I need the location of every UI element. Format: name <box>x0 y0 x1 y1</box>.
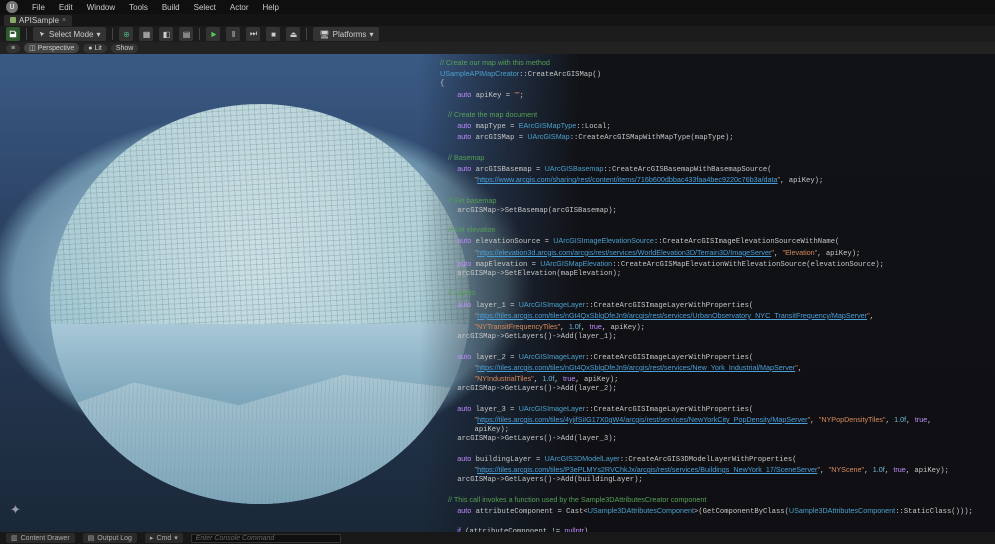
menu-bar: U File Edit Window Tools Build Select Ac… <box>0 0 995 14</box>
add-content-button[interactable]: ⊕ <box>119 27 133 41</box>
city-blocks <box>50 104 470 344</box>
menu-select[interactable]: Select <box>194 3 216 12</box>
pause-button[interactable]: ‖ <box>226 27 240 41</box>
menu-build[interactable]: Build <box>162 3 180 12</box>
perspective-label: Perspective <box>38 45 75 52</box>
code-body: // Create our map with this method USamp… <box>440 58 985 532</box>
level-icon <box>10 17 16 23</box>
menu-window[interactable]: Window <box>87 3 115 12</box>
cursor-icon <box>39 31 46 38</box>
stop-icon: ■ <box>271 30 276 39</box>
step-button[interactable]: ⏭ <box>246 27 260 41</box>
perspective-dropdown[interactable]: ◫ Perspective <box>24 43 79 53</box>
cmd-label: Cmd <box>156 535 171 542</box>
platforms-dropdown[interactable]: 🖥 Platforms ▾ <box>313 27 379 41</box>
lit-label: Lit <box>94 45 101 52</box>
terminal-icon: ▸ <box>150 534 154 542</box>
cmd-dropdown[interactable]: ▸ Cmd ▾ <box>145 533 183 543</box>
separator <box>306 28 307 40</box>
blueprint-icon: ◧ <box>163 30 171 39</box>
output-log-button[interactable]: ▤ Output Log <box>83 533 137 543</box>
pause-icon: ‖ <box>232 30 235 39</box>
tab-bar: APISample × <box>0 14 995 26</box>
map-extent <box>50 104 470 504</box>
drawer-icon: ▥ <box>11 534 18 542</box>
code-overlay: // Create our map with this method USamp… <box>420 54 995 532</box>
main-toolbar: Select Mode ▾ ⊕ ▦ ◧ ▤ ‖ ⏭ ■ ⏏ 🖥 Platform… <box>0 26 995 42</box>
save-icon <box>9 30 17 38</box>
separator <box>26 28 27 40</box>
console-input[interactable]: Enter Console Command <box>191 534 341 543</box>
separator <box>199 28 200 40</box>
chevron-down-icon: ▾ <box>369 30 373 39</box>
blueprint-button[interactable]: ◧ <box>159 27 173 41</box>
tab-label: APISample <box>19 16 59 25</box>
viewport-toolbar: ≡ ◫ Perspective ● Lit Show <box>0 42 995 54</box>
eject-icon: ⏏ <box>290 30 298 39</box>
perspective-icon: ◫ <box>29 45 36 52</box>
play-icon <box>210 31 217 38</box>
output-log-label: Output Log <box>97 535 132 542</box>
status-bar: ▥ Content Drawer ▤ Output Log ▸ Cmd ▾ En… <box>0 532 995 544</box>
menu-help[interactable]: Help <box>263 3 279 12</box>
chevron-down-icon: ▾ <box>96 30 100 39</box>
viewport-options[interactable]: ≡ <box>6 44 20 53</box>
separator <box>112 28 113 40</box>
main-area: ✦ // Create our map with this method USa… <box>0 54 995 532</box>
show-dropdown[interactable]: Show <box>111 44 139 53</box>
grid-icon: ▦ <box>143 30 151 39</box>
content-drawer-button[interactable]: ▥ Content Drawer <box>6 533 75 543</box>
lit-dropdown[interactable]: ● Lit <box>83 44 107 53</box>
plus-icon: ⊕ <box>123 30 130 39</box>
menu-edit[interactable]: Edit <box>59 3 73 12</box>
close-icon[interactable]: × <box>62 17 66 24</box>
tab-apisample[interactable]: APISample × <box>4 15 72 26</box>
menu-tools[interactable]: Tools <box>129 3 148 12</box>
menu-actor[interactable]: Actor <box>230 3 249 12</box>
eject-button[interactable]: ⏏ <box>286 27 300 41</box>
play-button[interactable] <box>206 27 220 41</box>
marketplace-button[interactable]: ▦ <box>139 27 153 41</box>
platforms-label: Platforms <box>333 30 367 39</box>
bulb-icon: ● <box>88 45 92 52</box>
compass-icon[interactable]: ✦ <box>10 502 26 518</box>
select-mode-label: Select Mode <box>49 30 93 39</box>
skip-icon: ⏭ <box>250 29 257 39</box>
log-icon: ▤ <box>88 534 95 542</box>
content-drawer-label: Content Drawer <box>21 535 70 542</box>
cinematics-button[interactable]: ▤ <box>179 27 193 41</box>
menu-file[interactable]: File <box>32 3 45 12</box>
save-button[interactable] <box>6 27 20 41</box>
chevron-down-icon: ▾ <box>174 534 178 542</box>
stop-button[interactable]: ■ <box>266 27 280 41</box>
app-logo-icon: U <box>6 1 18 13</box>
clapper-icon: ▤ <box>183 30 191 39</box>
select-mode-dropdown[interactable]: Select Mode ▾ <box>33 27 106 41</box>
monitor-icon: 🖥 <box>319 30 329 39</box>
